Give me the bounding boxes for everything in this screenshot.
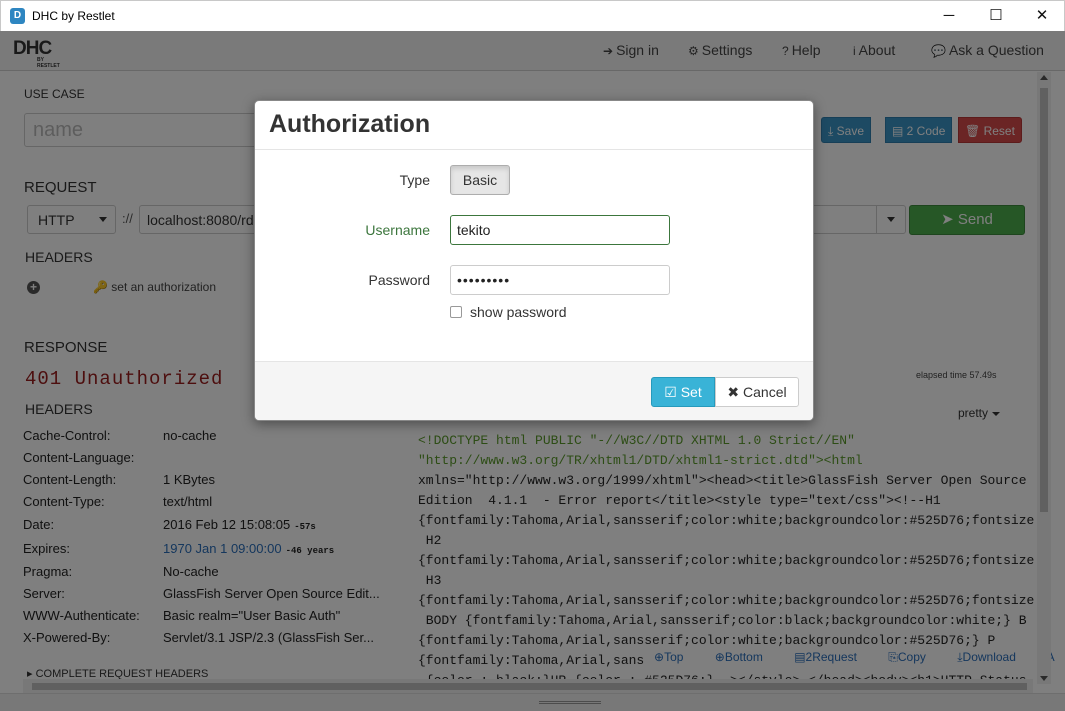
cancel-label: Cancel — [743, 384, 787, 400]
type-label: Type — [399, 172, 430, 188]
close-window-button[interactable]: ✕ — [1019, 1, 1065, 31]
username-label: Username — [365, 222, 430, 238]
window-title: DHC by Restlet — [32, 9, 115, 23]
app-icon: D — [10, 8, 25, 24]
cancel-button[interactable]: ✖ Cancel — [715, 377, 799, 407]
password-input[interactable]: ••••••••• — [450, 265, 670, 295]
auth-type-basic-button[interactable]: Basic — [450, 165, 510, 195]
maximize-button[interactable]: ☐ — [973, 1, 1019, 31]
username-input[interactable]: tekito — [450, 215, 670, 245]
dialog-divider — [255, 149, 813, 150]
password-label: Password — [368, 272, 430, 288]
dialog-footer: ☑ Set ✖ Cancel — [255, 361, 813, 420]
window-titlebar: D DHC by Restlet ─ ☐ ✕ — [0, 0, 1065, 31]
minimize-button[interactable]: ─ — [926, 1, 972, 31]
set-button[interactable]: ☑ Set — [651, 377, 715, 407]
authorization-dialog: Authorization Type Basic Username tekito… — [254, 100, 814, 421]
set-label: Set — [680, 384, 702, 400]
show-password-checkbox[interactable] — [450, 306, 462, 318]
show-password-label[interactable]: show password — [470, 304, 567, 320]
dialog-title: Authorization — [269, 110, 431, 138]
